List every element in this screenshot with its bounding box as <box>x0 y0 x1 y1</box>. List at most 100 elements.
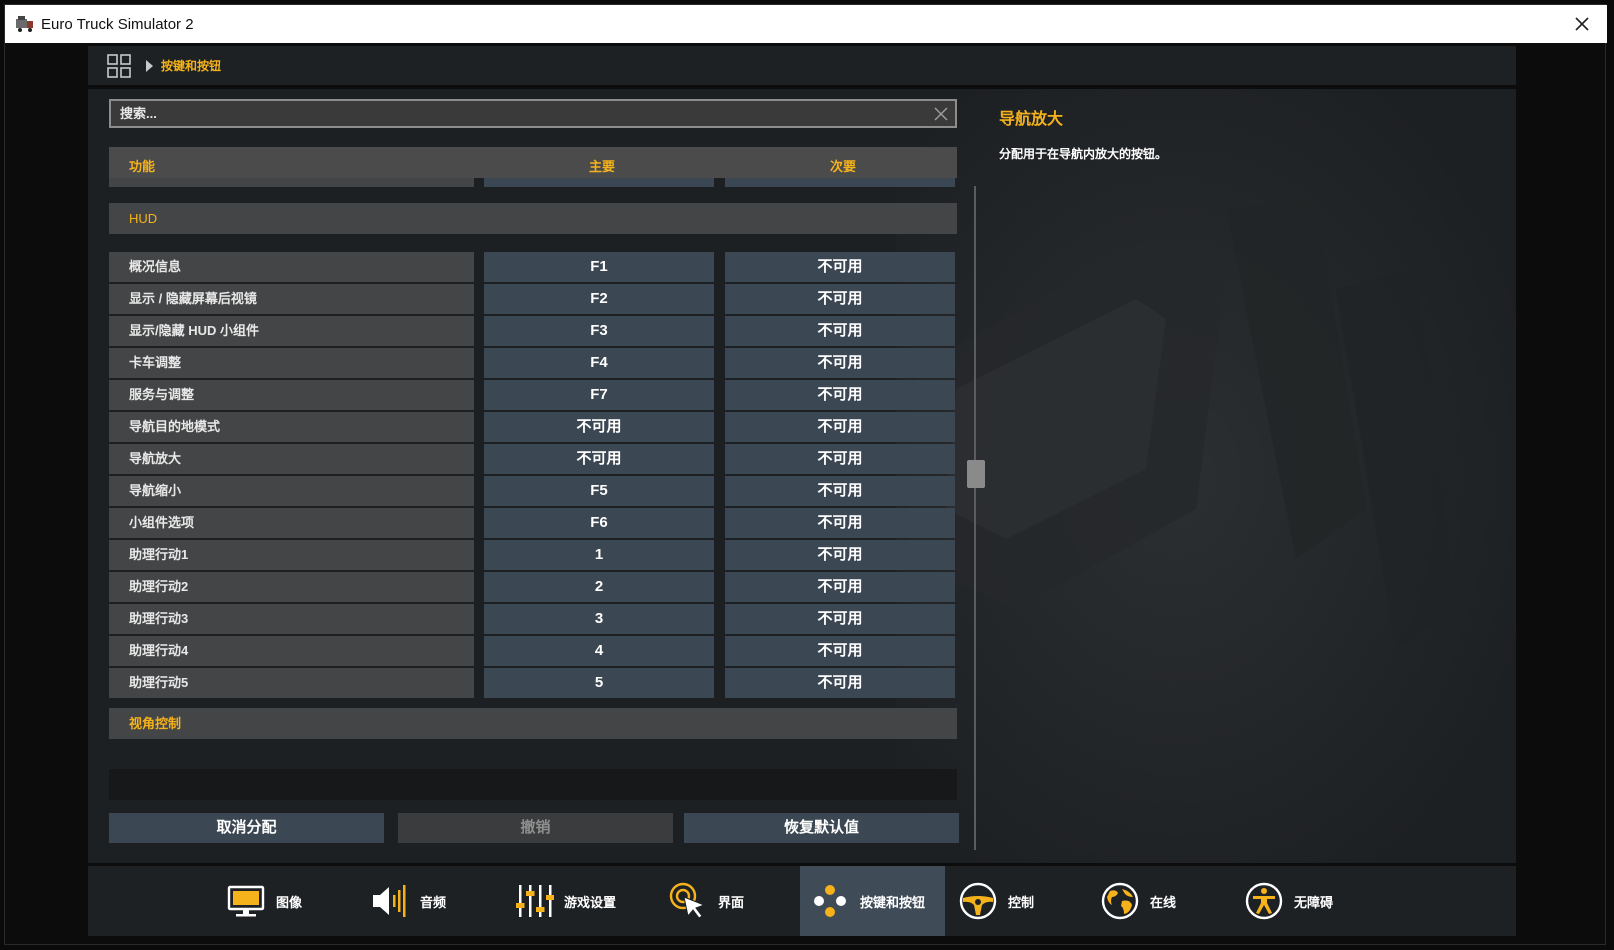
row-function-label[interactable]: 助理行动5 <box>109 668 474 698</box>
row-function-label[interactable]: 导航目的地模式 <box>109 412 474 442</box>
nav-item-graphics[interactable]: 图像 <box>226 866 346 936</box>
breadcrumb-current[interactable]: 按键和按钮 <box>161 57 221 74</box>
primary-key-button[interactable]: 5 <box>484 668 714 698</box>
monitor-icon <box>227 885 265 917</box>
secondary-key-button[interactable]: 不可用 <box>725 444 955 474</box>
secondary-key-button[interactable]: 不可用 <box>725 348 955 378</box>
sliders-icon <box>516 885 554 917</box>
unassign-button[interactable]: 取消分配 <box>109 813 384 843</box>
bottom-nav: 图像 音频 游戏设置 界面 按键和按钮 控制 在线 无障碍 <box>88 866 1516 936</box>
table-row[interactable]: 导航放大 不可用 不可用 <box>109 444 957 474</box>
row-function-label[interactable]: 助理行动3 <box>109 604 474 634</box>
table-row[interactable]: 助理行动5 5 不可用 <box>109 668 957 698</box>
clear-search-icon[interactable] <box>933 106 949 122</box>
row-function-label[interactable]: 显示 / 隐藏屏幕后视镜 <box>109 284 474 314</box>
table-row[interactable]: 卡车调整 F4 不可用 <box>109 348 957 378</box>
nav-item-audio[interactable]: 音频 <box>370 866 490 936</box>
primary-key-button[interactable]: F6 <box>484 508 714 538</box>
table-row[interactable]: 助理行动3 3 不可用 <box>109 604 957 634</box>
primary-key-button[interactable]: 不可用 <box>484 178 714 187</box>
row-function-label[interactable]: 卡车调整 <box>109 348 474 378</box>
globe-icon <box>1101 882 1139 920</box>
row-function-label[interactable]: 导航放大 <box>109 444 474 474</box>
row-function-label[interactable]: 助理行动2 <box>109 572 474 602</box>
table-row[interactable]: 显示/隐藏 HUD 小组件 F3 不可用 <box>109 316 957 346</box>
primary-key-button[interactable]: 3 <box>484 604 714 634</box>
row-function-label[interactable]: 显示/隐藏 HUD 小组件 <box>109 316 474 346</box>
primary-key-button[interactable]: F1 <box>484 252 714 282</box>
secondary-key-button[interactable]: 不可用 <box>725 540 955 570</box>
primary-key-button[interactable]: 不可用 <box>484 444 714 474</box>
search-field[interactable] <box>109 99 957 128</box>
table-row[interactable]: 助理行动2 2 不可用 <box>109 572 957 602</box>
primary-key-button[interactable]: 2 <box>484 572 714 602</box>
chevron-right-icon <box>146 59 153 72</box>
primary-key-button[interactable]: F5 <box>484 476 714 506</box>
secondary-key-button[interactable]: 不可用 <box>725 412 955 442</box>
row-function-label[interactable]: 重置行程信息 <box>109 178 474 187</box>
primary-key-button[interactable]: 4 <box>484 636 714 666</box>
primary-key-button[interactable]: 1 <box>484 540 714 570</box>
row-function-label[interactable]: 导航缩小 <box>109 476 474 506</box>
row-function-label[interactable]: 助理行动4 <box>109 636 474 666</box>
title-bar: Euro Truck Simulator 2 <box>5 5 1607 43</box>
primary-key-button[interactable]: F2 <box>484 284 714 314</box>
primary-key-button[interactable]: F3 <box>484 316 714 346</box>
reset-defaults-button[interactable]: 恢复默认值 <box>684 813 959 843</box>
secondary-key-button[interactable]: 不可用 <box>725 316 955 346</box>
keybinding-list[interactable]: 重置行程信息 不可用 不可用 HUD 概况信息F1不可用显示 / 隐藏屏幕后视镜… <box>109 178 957 846</box>
secondary-key-button[interactable]: 不可用 <box>725 178 955 187</box>
column-header: 功能 主要 次要 <box>109 147 957 178</box>
buttons-icon <box>814 885 846 917</box>
secondary-key-button[interactable]: 不可用 <box>725 572 955 602</box>
table-row[interactable]: 助理行动4 4 不可用 <box>109 636 957 666</box>
table-row[interactable]: 概况信息 F1 不可用 <box>109 252 957 282</box>
column-secondary: 次要 <box>830 159 857 174</box>
row-function-label[interactable]: 小组件选项 <box>109 508 474 538</box>
table-row[interactable]: 显示 / 隐藏屏幕后视镜 F2 不可用 <box>109 284 957 314</box>
window-title: Euro Truck Simulator 2 <box>41 15 194 33</box>
nav-label: 音频 <box>420 894 447 910</box>
nav-item-controls[interactable]: 控制 <box>958 866 1078 936</box>
info-description: 分配用于在导航内放大的按钮。 <box>999 147 1168 161</box>
nav-item-accessibility[interactable]: 无障碍 <box>1244 866 1364 936</box>
nav-item-interface[interactable]: 界面 <box>668 866 788 936</box>
close-icon[interactable] <box>1571 13 1593 35</box>
table-row[interactable]: 重置行程信息 不可用 不可用 <box>109 178 957 187</box>
nav-label: 游戏设置 <box>564 894 617 910</box>
primary-key-button[interactable]: F7 <box>484 380 714 410</box>
grid-menu-icon[interactable] <box>106 53 132 79</box>
nav-label: 界面 <box>718 894 745 910</box>
table-row[interactable]: 导航缩小 F5 不可用 <box>109 476 957 506</box>
scrollbar-track[interactable] <box>974 186 976 850</box>
row-function-label[interactable]: 助理行动1 <box>109 540 474 570</box>
speaker-icon <box>373 885 406 917</box>
table-row[interactable]: 助理行动1 1 不可用 <box>109 540 957 570</box>
secondary-key-button[interactable]: 不可用 <box>725 604 955 634</box>
secondary-key-button[interactable]: 不可用 <box>725 476 955 506</box>
table-row[interactable]: 导航目的地模式 不可用 不可用 <box>109 412 957 442</box>
nav-item-gameplay[interactable]: 游戏设置 <box>514 866 654 936</box>
search-input[interactable] <box>111 101 933 126</box>
secondary-key-button[interactable]: 不可用 <box>725 636 955 666</box>
info-title: 导航放大 <box>999 111 1064 128</box>
table-row[interactable]: 小组件选项 F6 不可用 <box>109 508 957 538</box>
secondary-key-button[interactable]: 不可用 <box>725 668 955 698</box>
undo-button[interactable]: 撤销 <box>398 813 673 843</box>
nav-label: 控制 <box>1008 894 1035 910</box>
scrollbar-thumb[interactable] <box>967 460 985 488</box>
status-strip <box>109 769 957 800</box>
row-function-label[interactable]: 概况信息 <box>109 252 474 282</box>
secondary-key-button[interactable]: 不可用 <box>725 284 955 314</box>
nav-label: 无障碍 <box>1294 894 1334 910</box>
primary-key-button[interactable]: 不可用 <box>484 412 714 442</box>
secondary-key-button[interactable]: 不可用 <box>725 508 955 538</box>
table-row[interactable]: 服务与调整 F7 不可用 <box>109 380 957 410</box>
secondary-key-button[interactable]: 不可用 <box>725 380 955 410</box>
cursor-icon <box>669 882 706 919</box>
secondary-key-button[interactable]: 不可用 <box>725 252 955 282</box>
row-function-label[interactable]: 服务与调整 <box>109 380 474 410</box>
nav-item-keys-buttons[interactable]: 按键和按钮 <box>800 866 945 936</box>
primary-key-button[interactable]: F4 <box>484 348 714 378</box>
nav-item-online[interactable]: 在线 <box>1100 866 1220 936</box>
